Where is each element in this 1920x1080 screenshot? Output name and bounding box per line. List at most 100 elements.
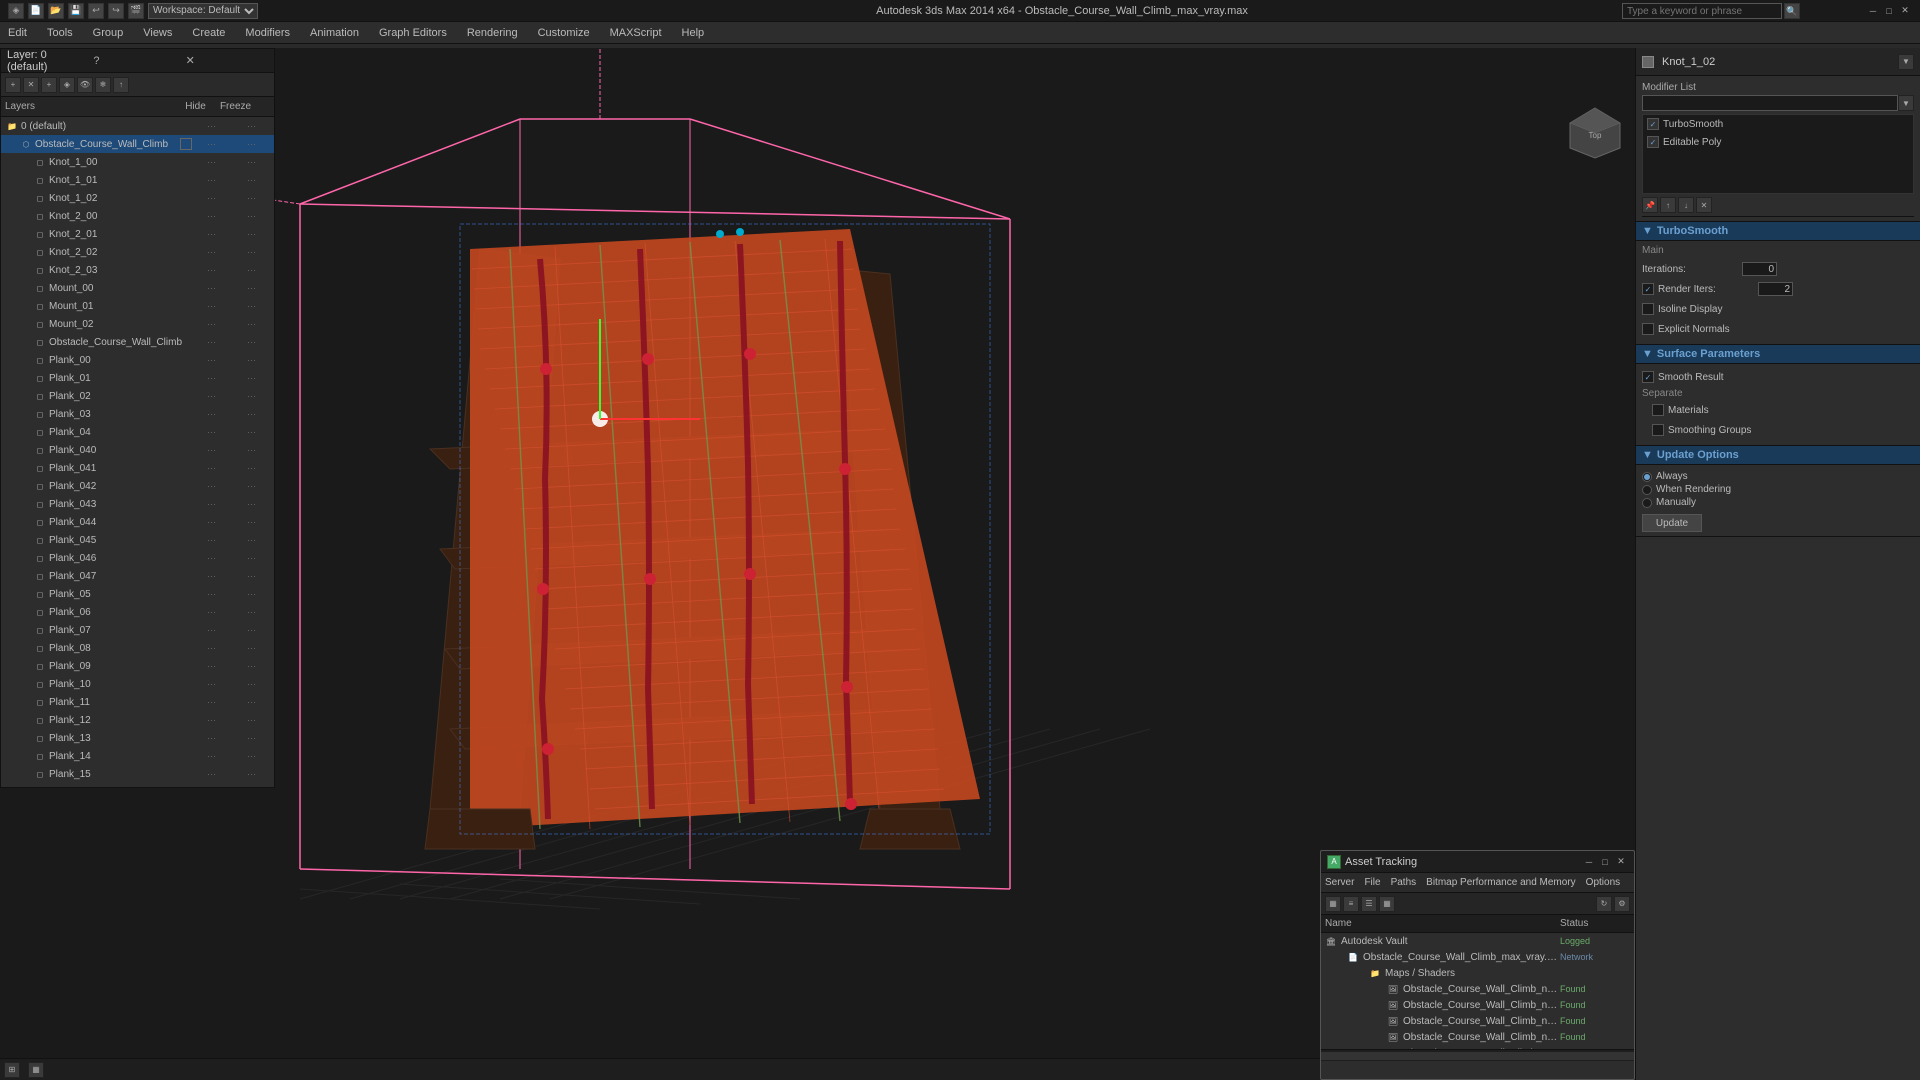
layer-item[interactable]: ◻ Mount_01 ··· ···	[1, 297, 274, 315]
asset-btn3[interactable]: ☰	[1361, 896, 1377, 912]
layer-item[interactable]: ◻ Plank_11 ··· ···	[1, 693, 274, 711]
when-rendering-radio-dot[interactable]	[1642, 485, 1652, 495]
workspace-dropdown[interactable]: Workspace: Default	[148, 3, 258, 19]
layer-hide-btn[interactable]: 👁	[77, 77, 93, 93]
layer-list[interactable]: 📁 0 (default) ··· ··· ⬡ Obstacle_Course_…	[1, 117, 274, 785]
layer-item[interactable]: ◻ Plank_05 ··· ···	[1, 585, 274, 603]
asset-minimize-btn[interactable]: ─	[1582, 855, 1596, 869]
layer-item[interactable]: ◻ Plank_09 ··· ···	[1, 657, 274, 675]
maximize-btn[interactable]: □	[1882, 4, 1896, 18]
layer-item[interactable]: ◻ Mount_00 ··· ···	[1, 279, 274, 297]
surface-params-header[interactable]: ▼ Surface Parameters	[1636, 345, 1920, 364]
search-icon[interactable]: 🔍	[1784, 3, 1800, 19]
asset-item[interactable]: 📄 Obstacle_Course_Wall_Climb_max_vray.ma…	[1321, 949, 1634, 965]
explicit-normals-checkbox[interactable]	[1642, 323, 1654, 335]
layer-item[interactable]: ◻ Plank_041 ··· ···	[1, 459, 274, 477]
close-btn[interactable]: ✕	[1898, 4, 1912, 18]
modifier-list-items[interactable]: TurboSmooth Editable Poly	[1642, 114, 1914, 194]
menu-create[interactable]: Create	[188, 25, 229, 41]
layer-item[interactable]: ◻ Plank_042 ··· ···	[1, 477, 274, 495]
move-down-btn[interactable]: ↓	[1678, 197, 1694, 213]
layer-item[interactable]: ◻ Plank_14 ··· ···	[1, 747, 274, 765]
iterations-input[interactable]	[1742, 262, 1777, 276]
menu-rendering[interactable]: Rendering	[463, 25, 522, 41]
panel-options-btn[interactable]: ▼	[1898, 54, 1914, 70]
always-radio[interactable]: Always	[1642, 471, 1914, 482]
isoline-checkbox[interactable]	[1642, 303, 1654, 315]
smooth-result-checkbox[interactable]	[1642, 371, 1654, 383]
menu-graph-editors[interactable]: Graph Editors	[375, 25, 451, 41]
menu-group[interactable]: Group	[89, 25, 128, 41]
layer-item[interactable]: ◻ Plank_10 ··· ···	[1, 675, 274, 693]
layer-freeze-btn[interactable]: ❄	[95, 77, 111, 93]
asset-item[interactable]: 📁 Maps / Shaders	[1321, 965, 1634, 981]
manually-radio-dot[interactable]	[1642, 498, 1652, 508]
asset-item[interactable]: 🖼 Obstacle_Course_Wall_Climb_new_Normal.…	[1321, 1029, 1634, 1045]
layer-select-btn[interactable]: ◈	[59, 77, 75, 93]
layer-help-btn[interactable]: ?	[93, 55, 175, 67]
delete-modifier-btn[interactable]: ✕	[1696, 197, 1712, 213]
layer-item[interactable]: ◻ Knot_1_00 ··· ···	[1, 153, 274, 171]
asset-item[interactable]: 🖼 Obstacle_Course_Wall_Climb_new_ior.png…	[1321, 1013, 1634, 1029]
undo-btn[interactable]: ↩	[88, 3, 104, 19]
layer-item[interactable]: ◻ Plank_16 ··· ···	[1, 783, 274, 785]
modifier-editablepoly-item[interactable]: Editable Poly	[1643, 133, 1913, 151]
when-rendering-radio[interactable]: When Rendering	[1642, 484, 1914, 495]
asset-item[interactable]: 🖼 Obstacle_Course_Wall_Climb_new_Glossin…	[1321, 997, 1634, 1013]
new-btn[interactable]: 📄	[28, 3, 44, 19]
update-options-header[interactable]: ▼ Update Options	[1636, 446, 1920, 465]
status-snap-btn[interactable]: ▦	[28, 1062, 44, 1078]
layer-item[interactable]: ◻ Plank_044 ··· ···	[1, 513, 274, 531]
layer-new-btn[interactable]: +	[5, 77, 21, 93]
layer-item[interactable]: ◻ Knot_1_02 ··· ···	[1, 189, 274, 207]
asset-maximize-btn[interactable]: □	[1598, 855, 1612, 869]
layer-up-btn[interactable]: ↑	[113, 77, 129, 93]
layer-item[interactable]: ◻ Knot_2_02 ··· ···	[1, 243, 274, 261]
layer-item[interactable]: ◻ Obstacle_Course_Wall_Climb ··· ···	[1, 333, 274, 351]
layer-item[interactable]: ◻ Plank_07 ··· ···	[1, 621, 274, 639]
layer-item[interactable]: ◻ Plank_13 ··· ···	[1, 729, 274, 747]
layer-item[interactable]: ◻ Plank_00 ··· ···	[1, 351, 274, 369]
status-grid-btn[interactable]: ⊞	[4, 1062, 20, 1078]
navigation-cube[interactable]: Top	[1565, 103, 1625, 163]
asset-refresh-btn[interactable]: ↻	[1596, 896, 1612, 912]
layer-item[interactable]: ◻ Plank_04 ··· ···	[1, 423, 274, 441]
asset-item[interactable]: 🏛 Autodesk Vault Logged	[1321, 933, 1634, 949]
asset-list[interactable]: 🏛 Autodesk Vault Logged 📄 Obstacle_Cours…	[1321, 933, 1634, 1049]
layer-item[interactable]: 📁 0 (default) ··· ···	[1, 117, 274, 135]
layer-item[interactable]: ◻ Plank_06 ··· ···	[1, 603, 274, 621]
modifier-list-dropdown[interactable]: ▼	[1898, 95, 1914, 111]
asset-menu-file[interactable]: File	[1364, 877, 1380, 888]
minimize-btn[interactable]: ─	[1866, 4, 1880, 18]
layer-item[interactable]: ◻ Plank_045 ··· ···	[1, 531, 274, 549]
modifier-turbosmooth-checkbox[interactable]	[1647, 118, 1659, 130]
menu-edit[interactable]: Edit	[4, 25, 31, 41]
asset-scrollbar[interactable]	[1321, 1049, 1634, 1061]
search-area[interactable]: 🔍	[1622, 0, 1800, 22]
asset-btn1[interactable]: ▦	[1325, 896, 1341, 912]
asset-menu-paths[interactable]: Paths	[1391, 877, 1417, 888]
menu-maxscript[interactable]: MAXScript	[606, 25, 666, 41]
redo-btn[interactable]: ↪	[108, 3, 124, 19]
asset-menu-bitmap[interactable]: Bitmap Performance and Memory	[1426, 877, 1576, 888]
layer-item[interactable]: ◻ Plank_047 ··· ···	[1, 567, 274, 585]
layer-item[interactable]: ◻ Plank_01 ··· ···	[1, 369, 274, 387]
layer-item[interactable]: ◻ Knot_2_03 ··· ···	[1, 261, 274, 279]
asset-settings-btn[interactable]: ⚙	[1614, 896, 1630, 912]
manually-radio[interactable]: Manually	[1642, 497, 1914, 508]
layer-item[interactable]: ◻ Knot_2_00 ··· ···	[1, 207, 274, 225]
update-button[interactable]: Update	[1642, 514, 1702, 532]
move-up-btn[interactable]: ↑	[1660, 197, 1676, 213]
asset-btn2[interactable]: ≡	[1343, 896, 1359, 912]
layer-item[interactable]: ◻ Plank_08 ··· ···	[1, 639, 274, 657]
modifier-list-search[interactable]	[1642, 95, 1898, 111]
app-icon[interactable]: ◈	[8, 3, 24, 19]
layer-item[interactable]: ◻ Mount_02 ··· ···	[1, 315, 274, 333]
materials-checkbox[interactable]	[1652, 404, 1664, 416]
smoothing-groups-checkbox[interactable]	[1652, 424, 1664, 436]
modifier-turbosmoothitem[interactable]: TurboSmooth	[1643, 115, 1913, 133]
layer-item[interactable]: ⬡ Obstacle_Course_Wall_Climb ··· ···	[1, 135, 274, 153]
turbosmooth-header[interactable]: ▼ TurboSmooth	[1636, 222, 1920, 241]
always-radio-dot[interactable]	[1642, 472, 1652, 482]
open-btn[interactable]: 📂	[48, 3, 64, 19]
